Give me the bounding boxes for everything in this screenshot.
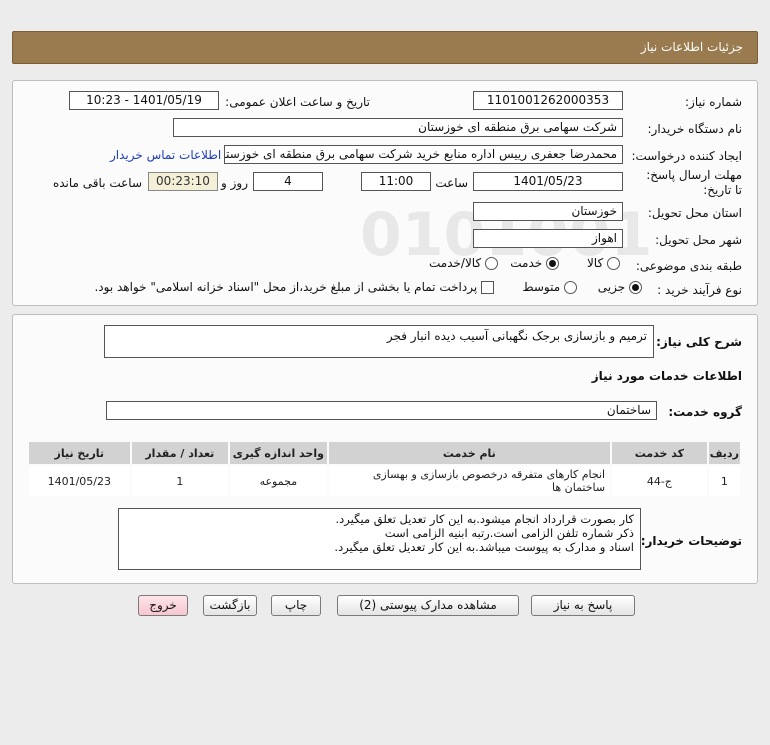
process-label: نوع فرآیند خرید : <box>657 283 742 297</box>
service-group-field: ساختمان <box>106 401 657 420</box>
services-section-title: اطلاعات خدمات مورد نیاز <box>591 369 742 383</box>
city-field: اهواز <box>473 229 623 248</box>
buyer-field: شرکت سهامی برق منطقه ای خوزستان <box>173 118 623 137</box>
services-table-wrap: ردیف کد خدمت نام خدمت واحد اندازه گیری ت… <box>27 440 742 498</box>
announce-field: 1401/05/19 - 10:23 <box>69 91 219 110</box>
buyer-notes-label: توضیحات خریدار: <box>640 534 742 548</box>
creator-label: ایجاد کننده درخواست: <box>631 149 742 163</box>
remaining-days-field: 4 <box>253 172 323 191</box>
deadline-label-text: مهلت ارسال پاسخ: تا تاریخ: <box>646 168 742 197</box>
category-option-goods-service-label: کالا/خدمت <box>428 256 482 270</box>
buyer-notes-field: کار بصورت قرارداد انجام میشود.به این کار… <box>118 508 641 570</box>
province-label: استان محل تحویل: <box>647 206 742 220</box>
deadline-date-field: 1401/05/23 <box>473 172 623 191</box>
need-number-label: شماره نیاز: <box>685 95 742 109</box>
process-option-minor-label: جزیی <box>597 280 626 294</box>
exit-button[interactable]: خروج <box>138 595 188 616</box>
treasury-payment-option[interactable]: پرداخت تمام یا بخشی از مبلغ خرید،از محل … <box>94 280 494 294</box>
category-label: طبقه بندی موضوعی: <box>635 259 742 273</box>
description-label: شرح کلی نیاز: <box>656 335 742 349</box>
category-option-service[interactable]: خدمت <box>510 256 559 270</box>
cell-unit: مجموعه <box>230 466 327 496</box>
buyer-note-line: اسناد و مدارک به پیوست میباشد.به این کار… <box>334 540 634 554</box>
col-qty: تعداد / مقدار <box>131 442 229 464</box>
col-unit: واحد اندازه گیری <box>230 442 327 464</box>
page-header: جزئیات اطلاعات نیاز <box>12 31 758 64</box>
need-number-field: 1101001262000353 <box>473 91 623 110</box>
cell-row: 1 <box>708 466 740 496</box>
services-table-header: ردیف کد خدمت نام خدمت واحد اندازه گیری ت… <box>29 442 740 464</box>
process-option-medium[interactable]: متوسط <box>522 280 577 294</box>
city-label: شهر محل تحویل: <box>655 233 742 247</box>
treasury-checkbox[interactable] <box>481 281 494 294</box>
buyer-contact-link[interactable]: اطلاعات تماس خریدار <box>110 148 221 162</box>
days-label: روز و <box>221 176 248 190</box>
cell-code: ج-44 <box>612 466 707 496</box>
deadline-label: مهلت ارسال پاسخ: تا تاریخ: <box>642 168 742 198</box>
announce-label: تاریخ و ساعت اعلان عمومی: <box>225 95 370 109</box>
category-option-service-label: خدمت <box>510 256 543 270</box>
radio-service[interactable] <box>546 257 559 270</box>
cell-qty: 1 <box>131 466 229 496</box>
cell-date: 1401/05/23 <box>29 466 130 496</box>
col-name: نام خدمت <box>328 442 611 464</box>
province-field: خوزستان <box>473 202 623 221</box>
deadline-hour-label: ساعت <box>435 176 468 190</box>
col-date: تاریخ نیاز <box>29 442 130 464</box>
buyer-label: نام دستگاه خریدار: <box>647 122 743 136</box>
creator-field: محمدرضا جعفری رییس اداره منابع خرید شرکت… <box>224 145 623 164</box>
radio-goods[interactable] <box>607 257 620 270</box>
radio-goods-service[interactable] <box>485 257 498 270</box>
description-field: ترمیم و بازسازی برجک نگهبانی آسیب دیده ا… <box>104 325 654 358</box>
col-code: کد خدمت <box>612 442 707 464</box>
service-group-label: گروه خدمت: <box>668 405 742 419</box>
back-button[interactable]: بازگشت <box>203 595 257 616</box>
print-button[interactable]: چاپ <box>271 595 321 616</box>
page-title: جزئیات اطلاعات نیاز <box>640 40 743 54</box>
buyer-note-line: ذکر شماره تلفن الزامی است.رتبه ابنیه الز… <box>384 526 634 540</box>
reply-button[interactable]: پاسخ به نیاز <box>531 595 635 616</box>
category-option-goods-service[interactable]: کالا/خدمت <box>429 256 498 270</box>
category-option-goods[interactable]: کالا <box>587 256 620 270</box>
services-table: ردیف کد خدمت نام خدمت واحد اندازه گیری ت… <box>27 440 742 498</box>
table-row: 1 ج-44 انجام کارهای متفرقه درخصوص بازساز… <box>29 466 740 496</box>
deadline-time-field: 11:00 <box>361 172 431 191</box>
buyer-note-line: کار بصورت قرارداد انجام میشود.به این کار… <box>335 512 634 526</box>
remaining-label: ساعت باقی مانده <box>52 176 142 190</box>
process-option-minor[interactable]: جزیی <box>598 280 642 294</box>
treasury-note: پرداخت تمام یا بخشی از مبلغ خرید،از محل … <box>94 280 478 294</box>
remaining-time-field: 00:23:10 <box>148 172 218 191</box>
category-option-goods-label: کالا <box>586 256 604 270</box>
process-option-medium-label: متوسط <box>522 280 561 294</box>
radio-minor[interactable] <box>629 281 642 294</box>
col-row: ردیف <box>708 442 740 464</box>
radio-medium[interactable] <box>564 281 577 294</box>
attachments-button[interactable]: مشاهده مدارک پیوستی (2) <box>337 595 519 616</box>
cell-name: انجام کارهای متفرقه درخصوص بازسازی و بهس… <box>328 466 611 496</box>
